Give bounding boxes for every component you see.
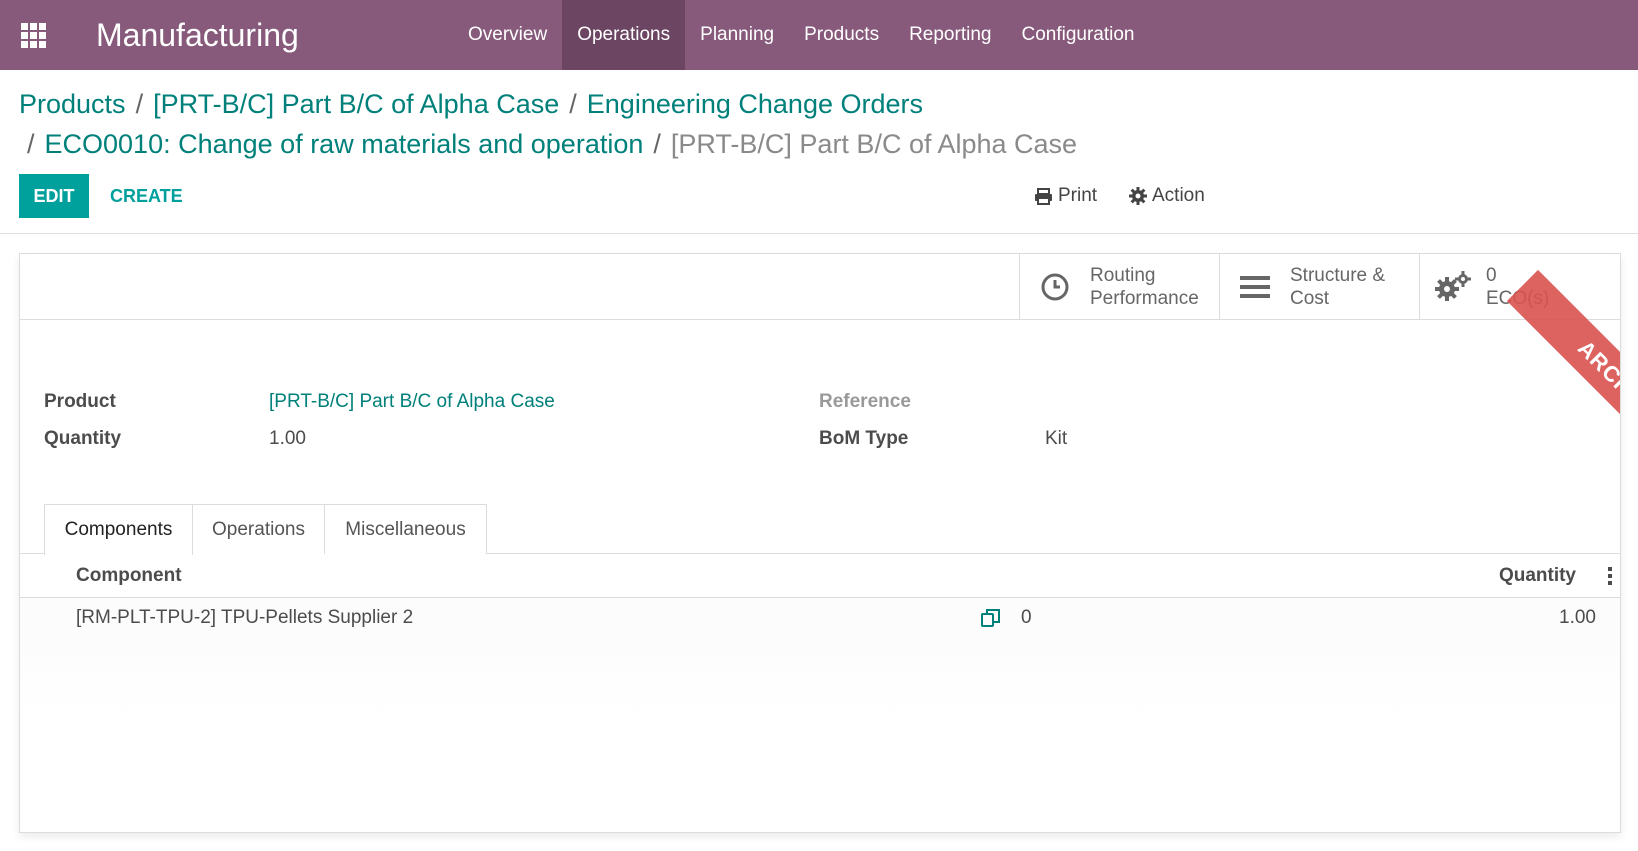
cogs-icon (1435, 271, 1471, 301)
app-brand[interactable]: Manufacturing (96, 17, 386, 54)
breadcrumb-separator: / (653, 129, 661, 159)
routing-line2: Performance (1090, 288, 1199, 309)
print-icon (1035, 187, 1052, 205)
action-button[interactable]: Action (1129, 178, 1205, 214)
breadcrumb-separator: / (569, 89, 577, 119)
breadcrumb-eco-list[interactable]: Engineering Change Orders (587, 89, 923, 119)
menu-item-planning[interactable]: Planning (685, 0, 789, 70)
menu-item-overview[interactable]: Overview (453, 0, 562, 70)
table-empty-area (20, 638, 1620, 718)
structure-line1: Structure & (1290, 265, 1386, 286)
action-label: Action (1152, 185, 1205, 206)
print-button[interactable]: Print (1034, 178, 1097, 214)
table-row[interactable]: [RM-PLT-TPU-2] TPU-Pellets Supplier 2 0 … (20, 598, 1620, 638)
apps-menu-button[interactable] (0, 0, 66, 70)
quantity-label: Quantity (44, 428, 122, 449)
breadcrumb-separator: / (135, 89, 144, 119)
tab-components[interactable]: Components (44, 504, 193, 555)
menu-item-products[interactable]: Products (789, 0, 894, 70)
quantity-field[interactable]: 1.00 (269, 428, 306, 450)
breadcrumb-current: [PRT-B/C] Part B/C of Alpha Case (670, 129, 1078, 159)
menu-item-reporting[interactable]: Reporting (894, 0, 1006, 70)
apps-grid-icon (20, 22, 46, 48)
top-navbar: Manufacturing Overview Operations Planni… (0, 0, 1638, 70)
routing-performance-button[interactable]: Routing Performance (1019, 254, 1219, 320)
reference-label: Reference (819, 391, 911, 412)
component-quantity-cell: 1.00 (1559, 607, 1596, 628)
structure-line2: Cost (1290, 288, 1330, 309)
column-quantity[interactable]: Quantity (1499, 565, 1576, 587)
menu-item-configuration[interactable]: Configuration (1006, 0, 1149, 70)
gear-icon (1129, 187, 1147, 205)
product-label: Product (44, 391, 116, 412)
structure-cost-button[interactable]: Structure & Cost (1219, 254, 1419, 320)
component-cell: [RM-PLT-TPU-2] TPU-Pellets Supplier 2 (76, 607, 414, 628)
breadcrumb-product[interactable]: [PRT-B/C] Part B/C of Alpha Case (153, 89, 559, 119)
clock-icon (1041, 273, 1069, 301)
breadcrumb: Products / [PRT-B/C] Part B/C of Alpha Cas… (19, 84, 1179, 164)
tab-operations[interactable]: Operations (193, 504, 325, 554)
bom-type-label: BoM Type (819, 428, 909, 449)
optional-columns-toggle[interactable] (1608, 567, 1612, 585)
form-sheet: Routing Performance Structure & Cost 0 A… (19, 253, 1621, 833)
bom-type-field[interactable]: Kit (1045, 428, 1067, 450)
product-field[interactable]: [PRT-B/C] Part B/C of Alpha Case (269, 391, 555, 413)
control-panel-divider (0, 233, 1638, 234)
breadcrumb-products[interactable]: Products (19, 89, 126, 119)
breadcrumb-eco[interactable]: ECO0010: Change of raw materials and ope… (45, 129, 644, 159)
tab-miscellaneous[interactable]: Miscellaneous (325, 504, 487, 554)
copy-icon[interactable] (980, 607, 1002, 629)
menu-item-operations[interactable]: Operations (562, 0, 686, 70)
edit-button[interactable]: EDIT (19, 174, 89, 218)
smart-button-box: Routing Performance Structure & Cost 0 (20, 254, 1620, 320)
column-component[interactable]: Component (76, 565, 182, 587)
main-menu: Overview Operations Planning Products Re… (453, 0, 1150, 70)
notebook-tabs: Components Operations Miscellaneous (20, 504, 1620, 555)
create-button[interactable]: CREATE (100, 174, 193, 218)
routing-line1: Routing (1090, 265, 1156, 286)
components-table-header: Component Quantity (20, 554, 1620, 598)
print-label: Print (1058, 185, 1098, 206)
breadcrumb-separator: / (27, 129, 35, 159)
component-count-cell: 0 (1021, 607, 1032, 628)
bars-icon (1240, 276, 1270, 298)
